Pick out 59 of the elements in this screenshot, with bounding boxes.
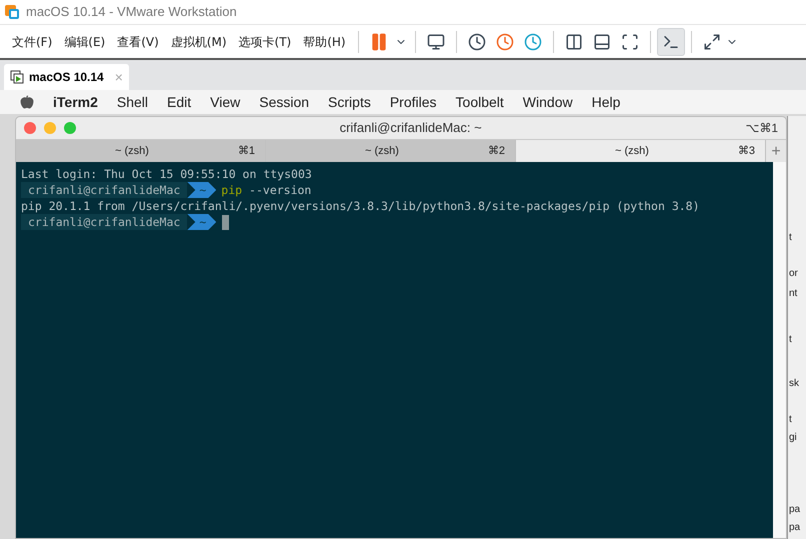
text-fragment: nt — [788, 287, 798, 301]
prompt-user: crifanli@crifanlideMac — [21, 182, 188, 198]
text-fragment: t — [788, 231, 793, 245]
mac-menu-item[interactable]: Window — [522, 92, 573, 112]
fullscreen-icon — [620, 32, 639, 50]
app-logo-icon — [4, 4, 20, 20]
mac-menu-item[interactable]: Help — [592, 92, 620, 112]
text-fragment: t — [788, 413, 793, 427]
menu-item[interactable]: 编辑(E) — [58, 32, 112, 50]
mac-menu-item[interactable]: Toolbelt — [456, 92, 504, 112]
window-shortcut: ⌥⌘1 — [745, 120, 778, 137]
monitor-icon — [426, 32, 445, 50]
clock-icon — [468, 32, 486, 50]
terminal-line: pip 20.1.1 from /Users/crifanli/.pyenv/versions/3.8.3/lib/python3.8/site-packages/pip (python 3.8) — [21, 198, 701, 214]
text-fragment: pa — [788, 521, 802, 535]
menu-item[interactable]: 虚拟机(M) — [164, 32, 233, 50]
mac-menu-item[interactable]: Profiles — [390, 92, 437, 112]
tab-shortcut: ⌘1 — [238, 144, 255, 159]
mac-menu-item[interactable]: iTerm2 — [53, 92, 98, 112]
tab-label: ~ (zsh) — [614, 144, 650, 159]
terminal-line: Last login: Thu Oct 15 09:55:10 on ttys003 — [21, 166, 313, 182]
columns-icon — [564, 32, 583, 50]
clock-icon — [496, 32, 514, 50]
prompt-user: crifanli@crifanlideMac — [21, 214, 188, 230]
mac-menu-item[interactable]: Edit — [167, 92, 192, 112]
expand-icon — [702, 32, 721, 50]
menu-item[interactable]: 文件(F) — [6, 32, 58, 50]
terminal-tab[interactable]: ~ (zsh) ⌘2 — [266, 140, 516, 162]
iterm-title: crifanli@crifanlideMac: ~ — [338, 119, 483, 138]
mac-menu-item[interactable]: View — [210, 92, 240, 112]
text-fragment: sk — [788, 377, 800, 391]
terminal-tab[interactable]: ~ (zsh) ⌘1 — [16, 140, 266, 162]
prompt-directory: ~ — [187, 214, 216, 230]
text-fragment: pa — [788, 503, 802, 517]
panel-icon — [592, 32, 611, 50]
mac-menu-item[interactable]: Scripts — [328, 92, 371, 112]
tab-label: macOS 10.14 — [29, 69, 104, 86]
tab-shortcut: ⌘3 — [738, 144, 755, 159]
tab-shortcut: ⌘2 — [488, 144, 505, 159]
tab-label: ~ (zsh) — [364, 144, 400, 159]
toolbar-button[interactable] — [656, 28, 685, 56]
new-tab-button[interactable]: + — [766, 140, 786, 162]
vm-tab[interactable]: macOS 10.14 × — [4, 64, 129, 90]
menu-item[interactable]: 查看(V) — [111, 32, 165, 50]
apple-icon — [20, 95, 34, 109]
text-fragment: or — [788, 267, 799, 281]
vm-icon — [10, 70, 24, 84]
prompt-directory: ~ — [187, 182, 216, 198]
menu-item[interactable]: 帮助(H) — [297, 32, 352, 50]
text-fragment: t — [788, 333, 793, 347]
mac-menu-item[interactable]: Shell — [116, 92, 148, 112]
command-arguments: --version — [249, 182, 312, 198]
window-title: macOS 10.14 - VMware Workstation — [26, 3, 237, 22]
clock-icon — [524, 32, 542, 50]
command: pip — [221, 182, 242, 198]
tab-label: ~ (zsh) — [114, 144, 150, 159]
text-fragment: gi — [788, 431, 798, 445]
mac-menu-item[interactable]: Session — [259, 92, 310, 112]
menu-item[interactable]: 选项卡(T) — [232, 32, 298, 50]
